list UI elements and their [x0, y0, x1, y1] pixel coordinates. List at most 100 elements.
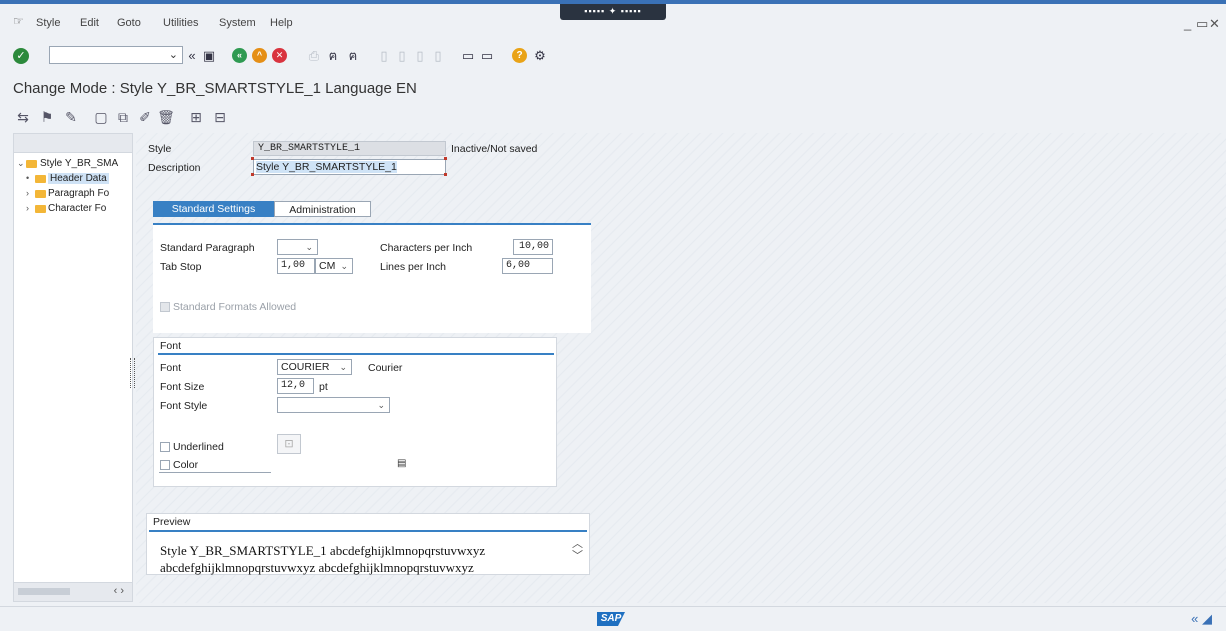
- menu-edit[interactable]: Edit: [80, 17, 99, 29]
- selection-corner: [444, 173, 447, 176]
- font-size-label: Font Size: [160, 381, 205, 393]
- chevron-right-icon[interactable]: ›: [26, 203, 29, 213]
- lpi-label: Lines per Inch: [380, 261, 446, 273]
- standard-paragraph-label: Standard Paragraph: [160, 242, 255, 254]
- tab-stop-input[interactable]: 1,00: [277, 258, 315, 274]
- status-collapse-icon[interactable]: « ◢: [1191, 611, 1212, 627]
- font-select-value: COURIER: [281, 361, 330, 373]
- preview-text: Style Y_BR_SMARTSTYLE_1 abcdefghijklmnop…: [160, 543, 486, 575]
- tab-standard-settings[interactable]: Standard Settings: [153, 201, 274, 217]
- collapse-icon[interactable]: ⊟: [210, 108, 230, 126]
- folder-icon: [35, 205, 46, 213]
- color-checkbox[interactable]: [160, 460, 170, 470]
- tree-item-header-data[interactable]: • Header Data: [14, 173, 132, 186]
- find-icon[interactable]: ฅ: [324, 48, 342, 64]
- page-title: Change Mode : Style Y_BR_SMARTSTYLE_1 La…: [13, 80, 417, 97]
- lpi-input[interactable]: 6,00: [502, 258, 553, 274]
- chevron-down-icon[interactable]: ⌄: [17, 158, 25, 169]
- scroll-thumb[interactable]: [18, 588, 70, 595]
- find-next-icon[interactable]: ฅ: [344, 48, 362, 64]
- font-select[interactable]: COURIER ⌄: [277, 359, 352, 375]
- standard-formats-checkbox: [160, 302, 170, 312]
- standard-paragraph-select[interactable]: ⌄: [277, 239, 318, 255]
- tree-item-paragraph-formats[interactable]: › Paragraph Fo: [14, 188, 132, 201]
- status-bar: SAP « ◢: [0, 606, 1226, 631]
- tree-item-character-formats[interactable]: › Character Fo: [14, 203, 132, 216]
- folder-icon: [35, 175, 46, 183]
- new-document-icon[interactable]: ▢: [91, 108, 111, 126]
- delete-icon[interactable]: 🗑: [156, 108, 176, 126]
- tab-stop-unit-value: CM: [319, 260, 336, 272]
- tab-stop-unit-select[interactable]: CM ⌄: [315, 258, 353, 274]
- tab-administration[interactable]: Administration: [274, 201, 371, 217]
- close-icon[interactable]: ✕: [1209, 16, 1220, 32]
- tree-root-row[interactable]: ⌄ Style Y_BR_SMA: [14, 158, 132, 171]
- expand-icon[interactable]: ⊞: [186, 108, 206, 126]
- tree-scrollbar[interactable]: ‹ ›: [14, 582, 132, 601]
- print-icon[interactable]: ⎙: [305, 48, 323, 64]
- color-picker-icon[interactable]: ▤: [397, 458, 406, 469]
- rename-icon[interactable]: ✐: [135, 108, 155, 126]
- preview-panel: Preview Style Y_BR_SMARTSTYLE_1 abcdefgh…: [146, 513, 590, 575]
- command-input[interactable]: [52, 48, 166, 64]
- enter-check-icon[interactable]: ✓: [13, 48, 29, 64]
- status-text: Inactive/Not saved: [451, 143, 538, 155]
- color-field-underline: [159, 472, 271, 473]
- font-size-input[interactable]: 12,0: [277, 378, 314, 394]
- description-input[interactable]: Style Y_BR_SMARTSTYLE_1: [253, 159, 446, 175]
- command-field[interactable]: ⌄: [49, 46, 183, 64]
- tree-item-label: Header Data: [48, 173, 109, 184]
- activate-icon[interactable]: ⚑: [37, 108, 57, 126]
- back-icon[interactable]: «: [232, 48, 247, 63]
- save-icon[interactable]: ▣: [200, 48, 218, 64]
- splitter-handle[interactable]: [130, 358, 135, 388]
- menu-goto[interactable]: Goto: [117, 17, 141, 29]
- chevron-down-icon[interactable]: ⌄: [340, 259, 348, 273]
- font-name-text: Courier: [368, 362, 403, 374]
- wizard-icon[interactable]: ✎: [61, 108, 81, 126]
- menu-utilities[interactable]: Utilities: [163, 17, 198, 29]
- chevron-down-icon[interactable]: ⌄: [305, 240, 313, 254]
- underlined-checkbox[interactable]: [160, 442, 170, 452]
- application-toolbar: ⇆ ⚑ ✎ ▢ ⧉ ✐ 🗑 ⊞ ⊟: [0, 104, 1226, 132]
- style-label: Style: [148, 143, 172, 155]
- cpi-input[interactable]: 10,00: [513, 239, 553, 255]
- font-group-title: Font: [160, 340, 182, 352]
- chevron-right-icon[interactable]: ›: [26, 188, 29, 198]
- group-divider: [158, 353, 554, 355]
- last-page-icon[interactable]: ▯: [429, 48, 447, 64]
- first-page-icon[interactable]: ▯: [375, 48, 393, 64]
- double-chevron-left-icon[interactable]: «: [183, 48, 201, 64]
- settings-gear-icon[interactable]: ⚙: [531, 48, 549, 64]
- help-icon[interactable]: ?: [512, 48, 527, 63]
- chevron-down-icon[interactable]: ⌄: [169, 48, 178, 61]
- description-label: Description: [148, 162, 201, 174]
- new-session-icon[interactable]: ▭: [459, 48, 477, 64]
- menu-bar: ☞ Style Edit Goto Utilities System Help …: [0, 12, 1226, 34]
- next-page-icon[interactable]: ▯: [411, 48, 429, 64]
- restore-icon[interactable]: ▭: [1196, 16, 1208, 32]
- chevron-down-icon[interactable]: ⌄: [377, 398, 385, 412]
- menu-help[interactable]: Help: [270, 17, 293, 29]
- cancel-icon[interactable]: ✕: [272, 48, 287, 63]
- tab-strip: Standard Settings Administration: [153, 201, 591, 225]
- chevron-down-icon[interactable]: ⌄: [339, 360, 347, 374]
- display-change-icon[interactable]: ⇆: [13, 108, 33, 126]
- shortcut-icon[interactable]: ▭: [478, 48, 496, 64]
- scroll-arrows-icon[interactable]: ‹ ›: [114, 585, 124, 597]
- selection-corner: [251, 173, 254, 176]
- font-style-select[interactable]: ⌄: [277, 397, 390, 413]
- menu-icon[interactable]: ☞: [13, 15, 27, 27]
- minimize-icon[interactable]: _: [1184, 16, 1191, 31]
- preview-scroll-icon[interactable]: ︿ ﹀: [572, 538, 583, 562]
- underlined-label: Underlined: [173, 441, 224, 453]
- exit-icon[interactable]: ^: [252, 48, 267, 63]
- menu-style[interactable]: Style: [36, 17, 60, 29]
- underline-detail-button[interactable]: ⊡: [277, 434, 301, 454]
- menu-system[interactable]: System: [219, 17, 256, 29]
- copy-icon[interactable]: ⧉: [113, 108, 133, 126]
- previous-page-icon[interactable]: ▯: [393, 48, 411, 64]
- preview-divider: [149, 530, 587, 532]
- folder-icon: [35, 190, 46, 198]
- standard-toolbar: ✓ ⌄ « ▣ « ^ ✕ ⎙ ฅ ฅ ▯ ▯ ▯ ▯ ▭ ▭ ? ⚙: [0, 40, 1226, 70]
